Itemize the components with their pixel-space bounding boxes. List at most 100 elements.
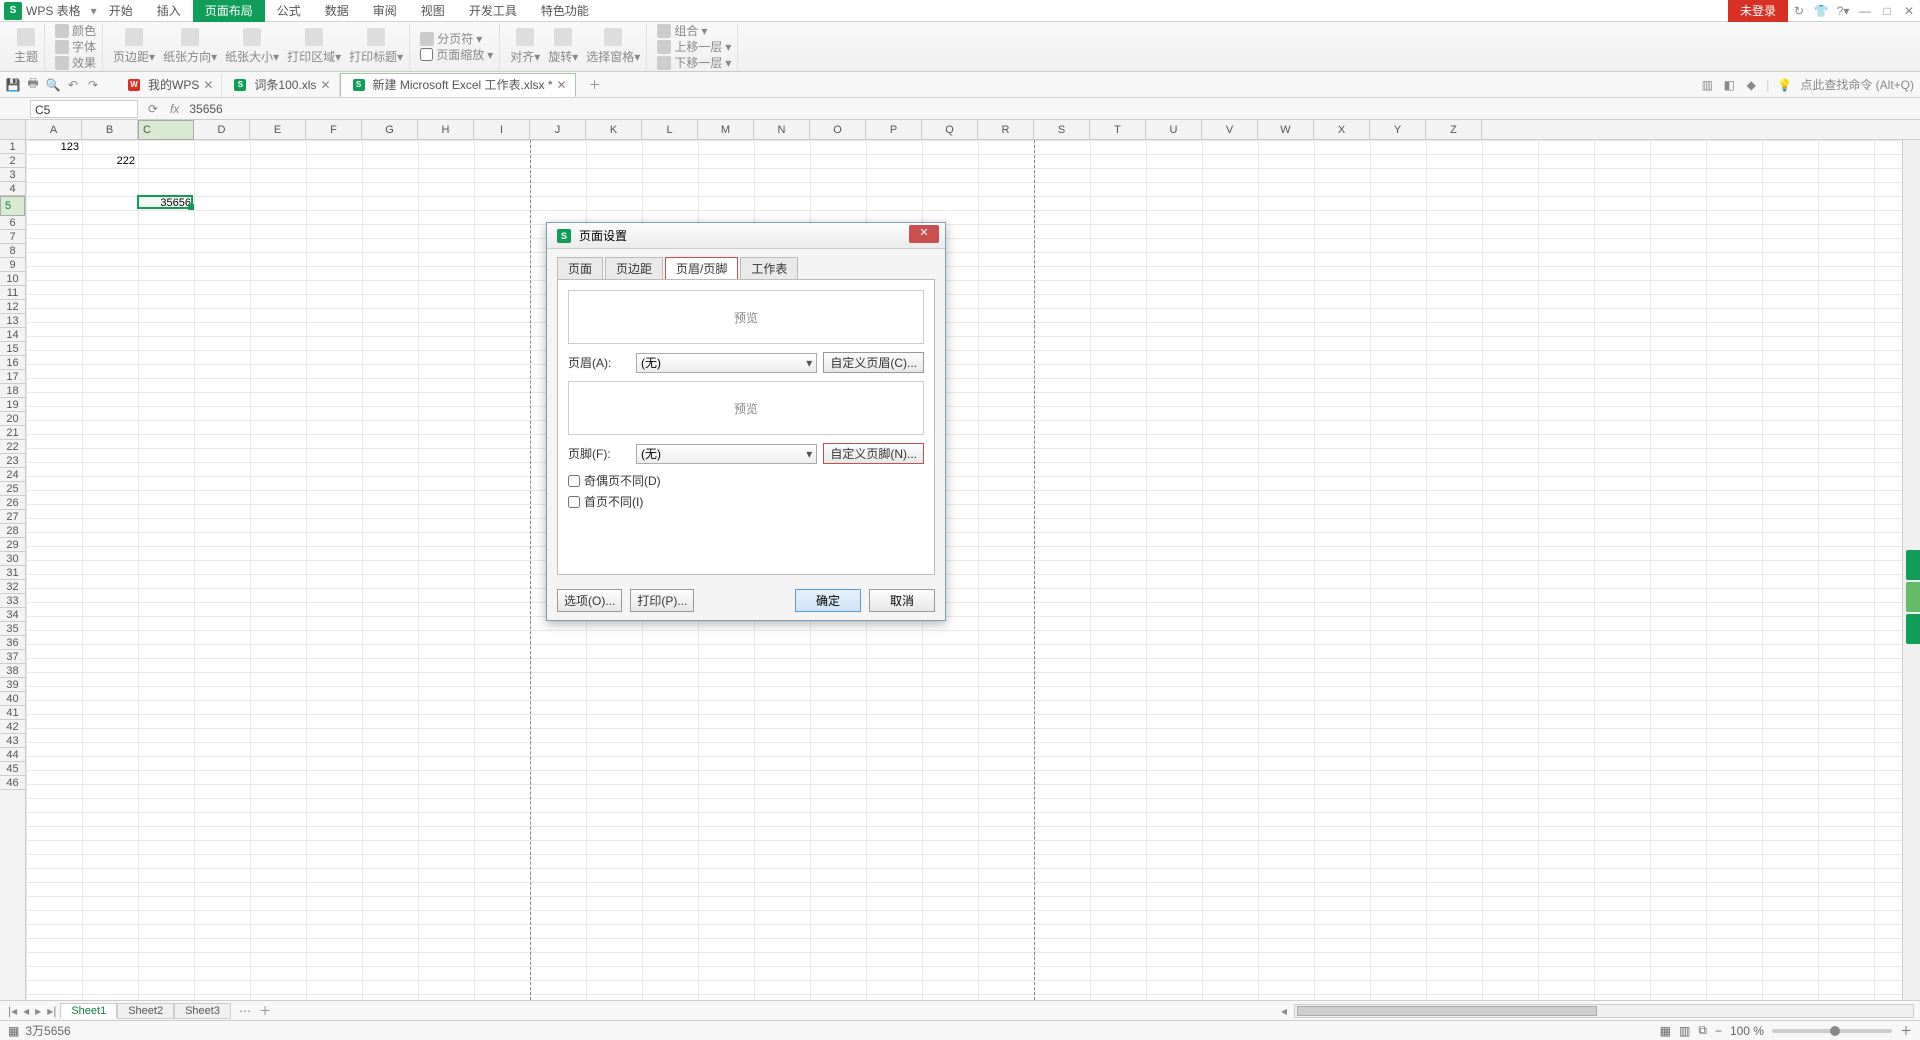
ribbon-纸张方向[interactable]: 纸张方向▾ bbox=[163, 28, 217, 65]
menu-tab-8[interactable]: 特色功能 bbox=[529, 0, 601, 22]
col-header-V[interactable]: V bbox=[1202, 120, 1258, 139]
row-header-6[interactable]: 6 bbox=[0, 216, 25, 230]
odd-even-different-checkbox[interactable]: 奇偶页不同(D) bbox=[568, 472, 924, 489]
row-header-10[interactable]: 10 bbox=[0, 272, 25, 286]
col-header-Q[interactable]: Q bbox=[922, 120, 978, 139]
col-header-X[interactable]: X bbox=[1314, 120, 1370, 139]
zoom-slider[interactable] bbox=[1772, 1029, 1892, 1033]
row-header-30[interactable]: 30 bbox=[0, 552, 25, 566]
col-header-P[interactable]: P bbox=[866, 120, 922, 139]
sheet-tab-Sheet2[interactable]: Sheet2 bbox=[117, 1003, 174, 1019]
view-break-icon[interactable]: ⧉ bbox=[1698, 1023, 1707, 1038]
col-header-T[interactable]: T bbox=[1090, 120, 1146, 139]
row-header-39[interactable]: 39 bbox=[0, 678, 25, 692]
col-header-B[interactable]: B bbox=[82, 120, 138, 139]
sheet-menu-icon[interactable]: ⋯ bbox=[233, 1004, 257, 1018]
col-header-C[interactable]: C bbox=[138, 120, 194, 140]
row-header-21[interactable]: 21 bbox=[0, 426, 25, 440]
dialog-titlebar[interactable]: S 页面设置 ✕ bbox=[547, 223, 945, 249]
row-header-32[interactable]: 32 bbox=[0, 580, 25, 594]
doc-tab-1[interactable]: S词条100.xls✕ bbox=[222, 73, 339, 97]
search-hint[interactable]: 点此查找命令 (Alt+Q) bbox=[1800, 76, 1914, 93]
login-button[interactable]: 未登录 bbox=[1728, 0, 1788, 22]
doc-tab-0[interactable]: W我的WPS✕ bbox=[116, 73, 222, 97]
cell-B2[interactable]: 222 bbox=[82, 154, 138, 168]
row-header-1[interactable]: 1 bbox=[0, 140, 25, 154]
doc-tab-2[interactable]: S新建 Microsoft Excel 工作表.xlsx *✕ bbox=[340, 73, 576, 97]
help-icon[interactable]: ?▾ bbox=[1832, 0, 1854, 22]
effect-button[interactable]: 效果 bbox=[55, 55, 96, 71]
menu-tab-1[interactable]: 插入 bbox=[145, 0, 193, 22]
ribbon-选择窗格[interactable]: 选择窗格▾ bbox=[586, 28, 640, 65]
row-header-28[interactable]: 28 bbox=[0, 524, 25, 538]
ribbon-纸张大小[interactable]: 纸张大小▾ bbox=[225, 28, 279, 65]
header-select[interactable]: (无)▾ bbox=[636, 353, 817, 373]
menu-tab-4[interactable]: 数据 bbox=[313, 0, 361, 22]
qr2-icon[interactable]: ◧ bbox=[1722, 78, 1736, 92]
new-tab-icon[interactable]: ＋ bbox=[588, 78, 602, 92]
row-header-2[interactable]: 2 bbox=[0, 154, 25, 168]
hscroll-thumb[interactable] bbox=[1297, 1006, 1597, 1016]
row-header-44[interactable]: 44 bbox=[0, 748, 25, 762]
ribbon-旋转[interactable]: 旋转▾ bbox=[548, 28, 578, 65]
col-header-Y[interactable]: Y bbox=[1370, 120, 1426, 139]
row-header-20[interactable]: 20 bbox=[0, 412, 25, 426]
row-header-24[interactable]: 24 bbox=[0, 468, 25, 482]
sheet-tab-Sheet3[interactable]: Sheet3 bbox=[174, 1003, 231, 1019]
col-header-Z[interactable]: Z bbox=[1426, 120, 1482, 139]
add-sheet-icon[interactable]: ＋ bbox=[259, 1002, 271, 1019]
row-header-26[interactable]: 26 bbox=[0, 496, 25, 510]
row-header-5[interactable]: 5 bbox=[0, 196, 25, 216]
ribbon-页边距[interactable]: 页边距▾ bbox=[113, 28, 155, 65]
row-header-22[interactable]: 22 bbox=[0, 440, 25, 454]
col-header-U[interactable]: U bbox=[1146, 120, 1202, 139]
tab-close-icon[interactable]: ✕ bbox=[203, 78, 213, 92]
font-button[interactable]: 字体 bbox=[55, 39, 96, 55]
max-icon[interactable]: □ bbox=[1876, 0, 1898, 22]
custom-header-button[interactable]: 自定义页眉(C)... bbox=[823, 352, 924, 373]
row-header-4[interactable]: 4 bbox=[0, 182, 25, 196]
row-header-9[interactable]: 9 bbox=[0, 258, 25, 272]
dialog-tab-3[interactable]: 工作表 bbox=[740, 257, 798, 279]
ribbon-对齐[interactable]: 对齐▾ bbox=[510, 28, 540, 65]
menu-tab-5[interactable]: 审阅 bbox=[361, 0, 409, 22]
menu-tab-2[interactable]: 页面布局 bbox=[193, 0, 265, 22]
ok-button[interactable]: 确定 bbox=[795, 589, 861, 612]
tab-close-icon[interactable]: ✕ bbox=[557, 78, 567, 92]
fx-icon[interactable]: fx bbox=[170, 102, 179, 116]
row-header-17[interactable]: 17 bbox=[0, 370, 25, 384]
row-header-23[interactable]: 23 bbox=[0, 454, 25, 468]
menu-tab-7[interactable]: 开发工具 bbox=[457, 0, 529, 22]
row-header-7[interactable]: 7 bbox=[0, 230, 25, 244]
group-button[interactable]: 组合▾ bbox=[657, 23, 707, 39]
qa-save-icon[interactable]: 💾 bbox=[6, 78, 20, 92]
row-header-43[interactable]: 43 bbox=[0, 734, 25, 748]
row-header-36[interactable]: 36 bbox=[0, 636, 25, 650]
color-button[interactable]: 颜色 bbox=[55, 23, 96, 39]
min-icon[interactable]: — bbox=[1854, 0, 1876, 22]
dialog-tab-1[interactable]: 页边距 bbox=[605, 257, 663, 279]
row-header-34[interactable]: 34 bbox=[0, 608, 25, 622]
col-header-F[interactable]: F bbox=[306, 120, 362, 139]
row-header-42[interactable]: 42 bbox=[0, 720, 25, 734]
zoom-in-icon[interactable]: ＋ bbox=[1900, 1022, 1912, 1039]
col-header-S[interactable]: S bbox=[1034, 120, 1090, 139]
send-backward-button[interactable]: 下移一层▾ bbox=[657, 55, 731, 71]
first-page-different-checkbox[interactable]: 首页不同(I) bbox=[568, 493, 924, 510]
row-header-29[interactable]: 29 bbox=[0, 538, 25, 552]
cell-A1[interactable]: 123 bbox=[26, 140, 82, 154]
dialog-close-button[interactable]: ✕ bbox=[909, 225, 939, 243]
row-header-16[interactable]: 16 bbox=[0, 356, 25, 370]
cells-area[interactable]: 12322235656 bbox=[26, 140, 1902, 1000]
sync-icon[interactable]: ↻ bbox=[1788, 0, 1810, 22]
row-header-38[interactable]: 38 bbox=[0, 664, 25, 678]
ribbon-打印区域[interactable]: 打印区域▾ bbox=[287, 28, 341, 65]
pagebreak-button[interactable]: 分页符▾ bbox=[420, 31, 482, 47]
row-header-25[interactable]: 25 bbox=[0, 482, 25, 496]
qa-redo-icon[interactable]: ↷ bbox=[86, 78, 100, 92]
menu-tab-6[interactable]: 视图 bbox=[409, 0, 457, 22]
col-header-N[interactable]: N bbox=[754, 120, 810, 139]
qa-undo-icon[interactable]: ↶ bbox=[66, 78, 80, 92]
fx-refresh-icon[interactable]: ⟳ bbox=[146, 102, 160, 116]
pagescale-checkbox[interactable]: 页面缩放▾ bbox=[420, 47, 493, 63]
